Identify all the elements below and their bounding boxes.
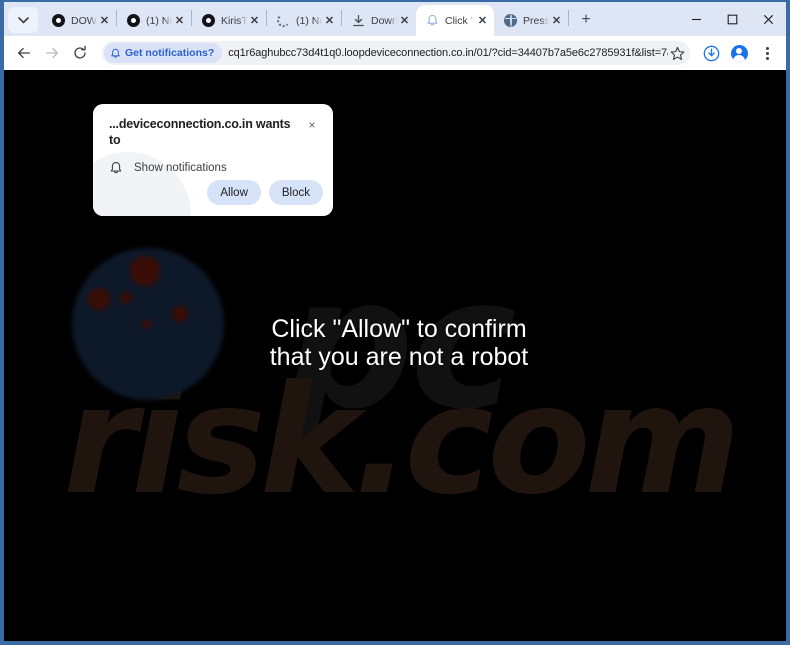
- url-text[interactable]: cq1r6aghubcc73d4t1q0.loopdeviceconnectio…: [228, 47, 668, 59]
- dialog-title: ...deviceconnection.co.in wants to: [109, 117, 291, 147]
- close-button[interactable]: [750, 2, 786, 36]
- tab-title: Click "A: [445, 14, 475, 27]
- browser-window: DOWNL ✕ (1) New ✕ KirisTV ✕ (1) New ✕: [0, 0, 790, 645]
- minimize-button[interactable]: [678, 2, 714, 36]
- tab-2[interactable]: KirisTV ✕: [192, 5, 266, 36]
- new-tab-button[interactable]: +: [573, 7, 599, 33]
- tab-title: (1) New: [146, 14, 172, 27]
- chip-label: Get notifications?: [125, 47, 215, 59]
- download-icon: [351, 13, 366, 28]
- address-bar[interactable]: Get notifications? cq1r6aghubcc73d4t1q0.…: [102, 41, 690, 65]
- tab-separator: [568, 9, 569, 26]
- download-icon: [703, 45, 719, 61]
- forward-button[interactable]: [38, 39, 66, 67]
- maximize-icon: [727, 14, 737, 24]
- permission-label: Show notifications: [134, 162, 227, 174]
- tab-search-button[interactable]: [8, 7, 38, 33]
- browser-toolbar: Get notifications? cq1r6aghubcc73d4t1q0.…: [4, 36, 786, 70]
- youtube-icon: [51, 13, 66, 28]
- tab-title: Press "A: [523, 14, 549, 27]
- tab-strip: DOWNL ✕ (1) New ✕ KirisTV ✕ (1) New ✕: [4, 2, 786, 36]
- tab-5-active[interactable]: Click "A ✕: [416, 5, 494, 36]
- kebab-menu-icon: [765, 46, 769, 60]
- tab-close-icon[interactable]: ✕: [247, 13, 262, 28]
- notification-permission-dialog: ...deviceconnection.co.in wants to × Sho…: [93, 104, 333, 216]
- robot-dot: [120, 292, 132, 304]
- arrow-right-icon: [46, 47, 58, 59]
- bell-icon: [111, 48, 120, 58]
- bell-icon: [425, 13, 440, 28]
- tab-title: KirisTV: [221, 14, 247, 27]
- avatar: [730, 44, 748, 62]
- youtube-icon: [201, 13, 216, 28]
- tab-close-icon[interactable]: ✕: [322, 13, 337, 28]
- arrow-left-icon: [18, 47, 30, 59]
- tab-4[interactable]: Downlo ✕: [342, 5, 416, 36]
- chevron-down-icon: [17, 16, 29, 24]
- tab-close-icon[interactable]: ✕: [97, 13, 112, 28]
- youtube-icon: [126, 13, 141, 28]
- maximize-button[interactable]: [714, 2, 750, 36]
- block-button[interactable]: Block: [268, 180, 323, 205]
- robot-dot: [130, 256, 160, 286]
- robot-dot: [88, 288, 110, 310]
- tab-6[interactable]: Press "A ✕: [494, 5, 568, 36]
- tab-close-icon[interactable]: ✕: [475, 13, 490, 28]
- tab-title: Downlo: [371, 14, 397, 27]
- window-controls: [678, 2, 786, 36]
- tab-title: (1) New: [296, 14, 322, 27]
- bookmark-star-icon[interactable]: [668, 46, 686, 61]
- globe-icon: [503, 13, 518, 28]
- profile-button[interactable]: [726, 40, 752, 66]
- tab-close-icon[interactable]: ✕: [549, 13, 564, 28]
- reload-icon: [74, 45, 86, 59]
- reload-button[interactable]: [66, 39, 94, 67]
- bell-icon: [110, 162, 122, 174]
- tab-3[interactable]: (1) New ✕: [267, 5, 341, 36]
- tab-close-icon[interactable]: ✕: [172, 13, 187, 28]
- chrome-menu-button[interactable]: [754, 40, 780, 66]
- tab-close-icon[interactable]: ✕: [397, 13, 412, 28]
- tab-0[interactable]: DOWNL ✕: [42, 5, 116, 36]
- allow-button[interactable]: Allow: [207, 180, 261, 205]
- tab-title: DOWNL: [71, 14, 97, 27]
- close-icon[interactable]: ×: [303, 116, 321, 134]
- tab-list: DOWNL ✕ (1) New ✕ KirisTV ✕ (1) New ✕: [42, 2, 678, 36]
- close-icon: [763, 14, 773, 24]
- page-viewport: pc risk.com Click "Allow" to confirm tha…: [4, 70, 786, 641]
- downloads-button[interactable]: [698, 40, 724, 66]
- loading-spinner-icon: [276, 13, 291, 28]
- page-headline: Click "Allow" to confirm that you are no…: [269, 315, 529, 371]
- get-notifications-chip[interactable]: Get notifications?: [104, 43, 223, 63]
- tab-1[interactable]: (1) New ✕: [117, 5, 191, 36]
- back-button[interactable]: [10, 39, 38, 67]
- minimize-icon: [691, 18, 701, 20]
